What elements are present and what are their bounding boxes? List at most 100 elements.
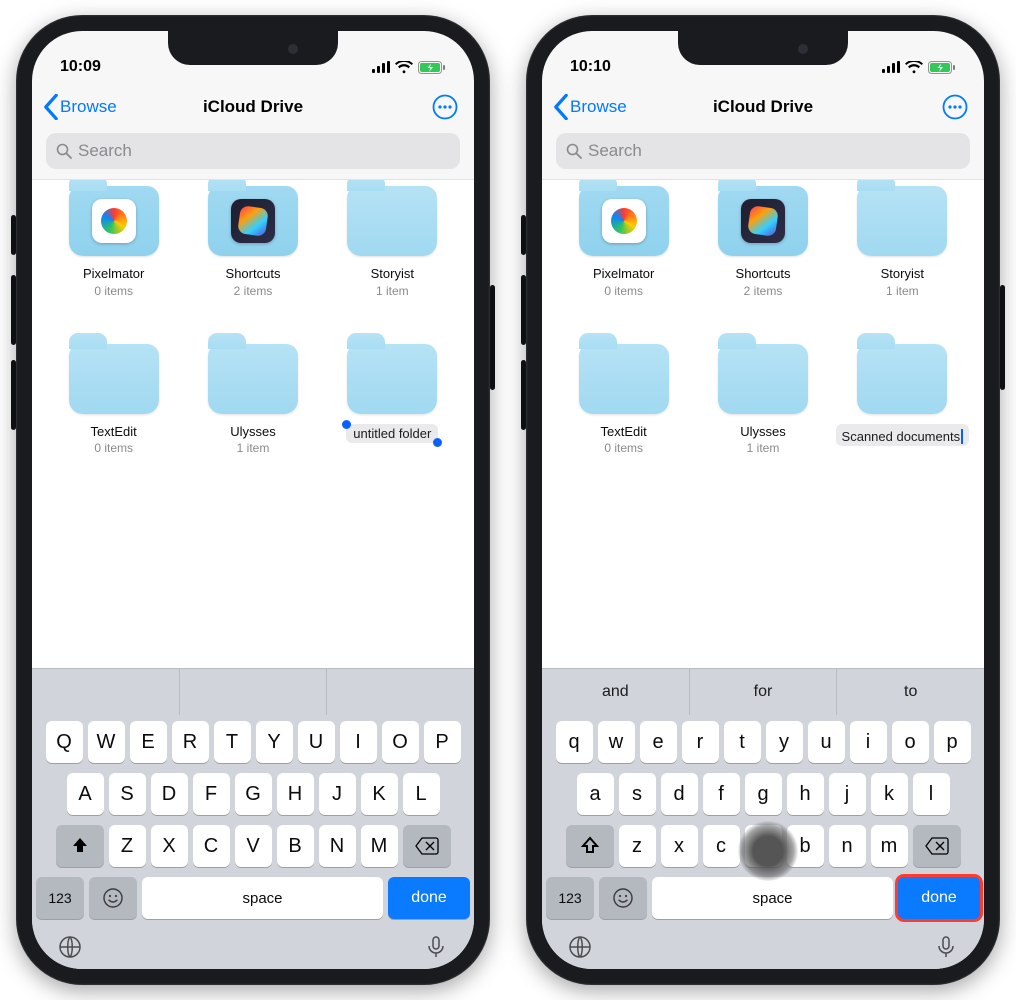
search-icon <box>56 143 72 159</box>
folder-item[interactable]: Ulysses 1 item <box>693 344 832 456</box>
folder-item[interactable]: Storyist 1 item <box>833 186 972 298</box>
folder-item[interactable]: Pixelmator 0 items <box>44 186 183 298</box>
key-y[interactable]: Y <box>256 721 293 763</box>
key-f[interactable]: F <box>193 773 230 815</box>
key-n[interactable]: N <box>319 825 356 867</box>
key-t[interactable]: T <box>214 721 251 763</box>
done-key[interactable]: done <box>388 877 470 919</box>
key-z[interactable]: z <box>619 825 656 867</box>
globe-icon[interactable] <box>568 935 592 964</box>
key-n[interactable]: n <box>829 825 866 867</box>
key-c[interactable]: C <box>193 825 230 867</box>
suggestion[interactable]: and <box>542 669 690 715</box>
key-l[interactable]: l <box>913 773 950 815</box>
key-v[interactable]: V <box>235 825 272 867</box>
folder-item[interactable]: Ulysses 1 item <box>183 344 322 456</box>
key-h[interactable]: h <box>787 773 824 815</box>
key-u[interactable]: u <box>808 721 845 763</box>
suggestion-bar: and for to <box>542 669 984 715</box>
key-o[interactable]: o <box>892 721 929 763</box>
suggestion[interactable]: to <box>837 669 984 715</box>
key-a[interactable]: a <box>577 773 614 815</box>
key-b[interactable]: b <box>787 825 824 867</box>
folder-grid[interactable]: Pixelmator 0 items Shortcuts 2 items Sto… <box>542 179 984 668</box>
delete-key[interactable] <box>913 825 961 867</box>
key-k[interactable]: K <box>361 773 398 815</box>
suggestion[interactable] <box>32 669 180 715</box>
key-p[interactable]: P <box>424 721 461 763</box>
key-b[interactable]: B <box>277 825 314 867</box>
done-key[interactable]: done <box>898 877 980 919</box>
key-e[interactable]: E <box>130 721 167 763</box>
key-x[interactable]: x <box>661 825 698 867</box>
key-m[interactable]: M <box>361 825 398 867</box>
key-q[interactable]: q <box>556 721 593 763</box>
key-g[interactable]: g <box>745 773 782 815</box>
emoji-key[interactable] <box>599 877 647 919</box>
key-d[interactable]: d <box>661 773 698 815</box>
folder-rename-input[interactable]: untitled folder <box>346 424 438 443</box>
key-d[interactable]: D <box>151 773 188 815</box>
folder-item[interactable]: Shortcuts 2 items <box>693 186 832 298</box>
key-w[interactable]: W <box>88 721 125 763</box>
suggestion[interactable]: for <box>690 669 838 715</box>
key-o[interactable]: O <box>382 721 419 763</box>
key-x[interactable]: X <box>151 825 188 867</box>
key-j[interactable]: J <box>319 773 356 815</box>
key-i[interactable]: I <box>340 721 377 763</box>
key-e[interactable]: e <box>640 721 677 763</box>
key-y[interactable]: y <box>766 721 803 763</box>
key-u[interactable]: U <box>298 721 335 763</box>
folder-item[interactable]: Pixelmator 0 items <box>554 186 693 298</box>
shift-key[interactable] <box>566 825 614 867</box>
key-t[interactable]: t <box>724 721 761 763</box>
key-p[interactable]: p <box>934 721 971 763</box>
space-key[interactable]: space <box>142 877 383 919</box>
globe-icon[interactable] <box>58 935 82 964</box>
emoji-key[interactable] <box>89 877 137 919</box>
folder-item[interactable]: Scanned documents <box>833 344 972 456</box>
suggestion[interactable] <box>180 669 328 715</box>
key-c[interactable]: c <box>703 825 740 867</box>
back-button[interactable]: Browse <box>40 90 119 124</box>
suggestion[interactable] <box>327 669 474 715</box>
delete-key[interactable] <box>403 825 451 867</box>
search-input[interactable]: Search <box>46 133 460 169</box>
key-r[interactable]: r <box>682 721 719 763</box>
numbers-key[interactable]: 123 <box>36 877 84 919</box>
space-key[interactable]: space <box>652 877 893 919</box>
folder-grid[interactable]: Pixelmator 0 items Shortcuts 2 items Sto… <box>32 179 474 668</box>
search-input[interactable]: Search <box>556 133 970 169</box>
key-h[interactable]: H <box>277 773 314 815</box>
folder-item[interactable]: Shortcuts 2 items <box>183 186 322 298</box>
folder-icon <box>208 344 298 414</box>
folder-item[interactable]: TextEdit 0 items <box>554 344 693 456</box>
key-j[interactable]: j <box>829 773 866 815</box>
mic-icon[interactable] <box>424 935 448 964</box>
folder-item[interactable]: untitled folder <box>323 344 462 456</box>
key-m[interactable]: m <box>871 825 908 867</box>
key-a[interactable]: A <box>67 773 104 815</box>
folder-item[interactable]: Storyist 1 item <box>323 186 462 298</box>
key-v[interactable]: v <box>745 825 782 867</box>
key-q[interactable]: Q <box>46 721 83 763</box>
folder-icon <box>208 186 298 256</box>
shift-key[interactable] <box>56 825 104 867</box>
key-r[interactable]: R <box>172 721 209 763</box>
folder-item[interactable]: TextEdit 0 items <box>44 344 183 456</box>
more-button[interactable] <box>934 90 976 124</box>
key-l[interactable]: L <box>403 773 440 815</box>
key-s[interactable]: S <box>109 773 146 815</box>
key-w[interactable]: w <box>598 721 635 763</box>
key-s[interactable]: s <box>619 773 656 815</box>
key-z[interactable]: Z <box>109 825 146 867</box>
back-button[interactable]: Browse <box>550 90 629 124</box>
numbers-key[interactable]: 123 <box>546 877 594 919</box>
more-button[interactable] <box>424 90 466 124</box>
mic-icon[interactable] <box>934 935 958 964</box>
key-g[interactable]: G <box>235 773 272 815</box>
folder-rename-input[interactable]: Scanned documents <box>836 424 970 446</box>
key-f[interactable]: f <box>703 773 740 815</box>
key-k[interactable]: k <box>871 773 908 815</box>
key-i[interactable]: i <box>850 721 887 763</box>
